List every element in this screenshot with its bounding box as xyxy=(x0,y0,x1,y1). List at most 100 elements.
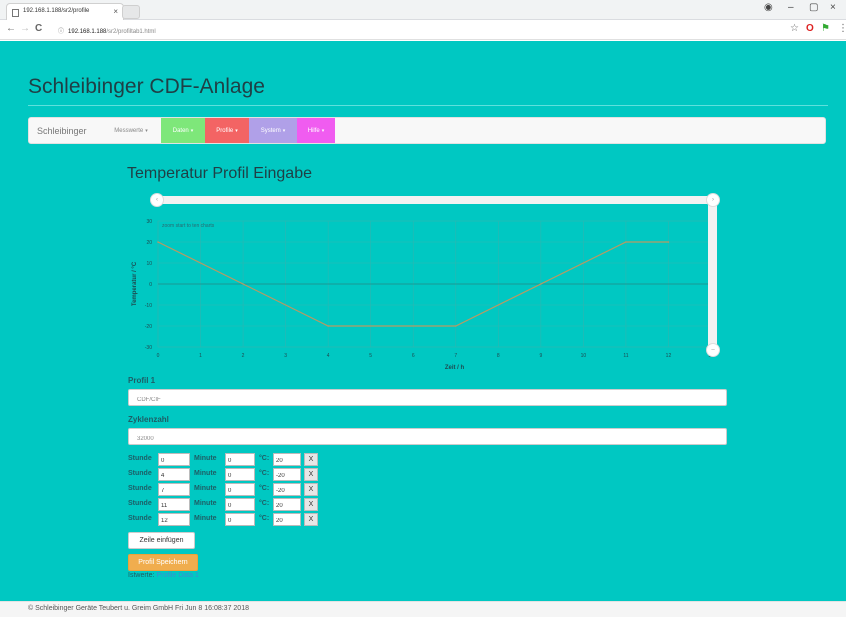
address-bar[interactable]: ⓘ 192.168.1.188/sr2/profiltab1.html xyxy=(58,23,784,37)
minimize-button[interactable]: – xyxy=(788,2,794,13)
stunde-label: Stunde xyxy=(128,515,152,522)
temperature-input[interactable] xyxy=(273,513,301,526)
reload-icon[interactable]: C xyxy=(35,23,42,34)
minute-input[interactable] xyxy=(225,513,255,526)
save-profile-button[interactable]: Profil Speichern xyxy=(128,554,198,571)
new-tab-button[interactable] xyxy=(122,5,140,19)
bookmark-star-icon[interactable]: ☆ xyxy=(790,23,799,34)
minute-input[interactable] xyxy=(225,498,255,511)
chart-svg: 0123456789101112133020100-10-20-30Zeit /… xyxy=(132,219,714,371)
y-tick-label: -30 xyxy=(145,345,152,351)
browser-tab[interactable]: 192.168.1.188/sr2/profile × xyxy=(6,3,124,20)
temperature-label: °C: xyxy=(259,515,270,522)
x-tick-label: 5 xyxy=(369,353,372,359)
actual-values-link[interactable]: Profile Data 1 xyxy=(156,572,198,579)
nav-item-hilfe[interactable]: Hilfe ▾ xyxy=(297,118,335,143)
tab-title: 192.168.1.188/sr2/profile xyxy=(23,8,90,14)
delete-row-button[interactable]: X xyxy=(304,468,318,481)
navbar-brand[interactable]: Schleibinger xyxy=(37,126,87,136)
extension-icon[interactable]: ⚑ xyxy=(821,23,830,34)
y-tick-label: -10 xyxy=(145,303,152,309)
actual-values: Istwerte: Profile Data 1 xyxy=(128,572,199,579)
profile-row: Stunde Minute °C: X xyxy=(128,483,328,497)
stunde-input[interactable] xyxy=(158,468,190,481)
nav-label: Profile xyxy=(216,128,234,134)
x-tick-label: 4 xyxy=(327,353,330,359)
profile-row: Stunde Minute °C: X xyxy=(128,468,328,482)
series-point xyxy=(667,241,670,243)
maximize-button[interactable]: ▢ xyxy=(809,2,818,13)
temperature-label: °C: xyxy=(259,485,270,492)
opera-extension-icon[interactable]: O xyxy=(806,23,814,34)
nav-item-daten[interactable]: Daten ▾ xyxy=(161,118,205,143)
nav-label: Hilfe xyxy=(307,128,320,134)
temperature-label: °C: xyxy=(259,470,270,477)
delete-row-button[interactable]: X xyxy=(304,513,318,526)
nav-item-profile[interactable]: Profile ▾ xyxy=(205,118,249,143)
profile-row: Stunde Minute °C: X xyxy=(128,513,328,527)
add-row-button[interactable]: Zeile einfügen xyxy=(128,532,195,549)
temperature-input[interactable] xyxy=(273,453,301,466)
tab-close-icon[interactable]: × xyxy=(113,7,118,16)
nav-item-messwerte[interactable]: Messwerte ▾ xyxy=(104,118,158,143)
series-point xyxy=(625,241,627,243)
zoom-handle-left[interactable]: ‹ xyxy=(150,193,164,207)
caret-down-icon: ▾ xyxy=(190,128,194,134)
chart-annotation: zoom start to ten charts xyxy=(162,223,215,229)
stunde-label: Stunde xyxy=(128,485,152,492)
profil-name-input[interactable] xyxy=(128,389,727,406)
stunde-input[interactable] xyxy=(158,498,190,511)
profile-row: Stunde Minute °C: X xyxy=(128,453,328,467)
page-content: Schleibinger CDF-Anlage Schleibinger Mes… xyxy=(0,41,846,617)
close-window-button[interactable]: × xyxy=(830,2,836,13)
x-tick-label: 2 xyxy=(242,353,245,359)
x-tick-label: 10 xyxy=(581,353,587,359)
nav-label: Messwerte xyxy=(114,128,144,134)
browser-toolbar: ← → C ⓘ 192.168.1.188/sr2/profiltab1.html… xyxy=(0,20,846,40)
minute-label: Minute xyxy=(194,500,217,507)
stunde-label: Stunde xyxy=(128,500,152,507)
caret-down-icon: ▾ xyxy=(235,128,238,134)
delete-row-button[interactable]: X xyxy=(304,453,318,466)
temperature-input[interactable] xyxy=(273,498,301,511)
back-icon[interactable]: ← xyxy=(6,23,16,34)
minute-input[interactable] xyxy=(225,468,255,481)
stunde-input[interactable] xyxy=(158,453,190,466)
minute-label: Minute xyxy=(194,455,217,462)
x-tick-label: 8 xyxy=(497,353,500,359)
x-tick-label: 3 xyxy=(284,353,287,359)
minute-label: Minute xyxy=(194,470,217,477)
minute-input[interactable] xyxy=(225,453,255,466)
zoom-handle-bottom[interactable]: – xyxy=(706,343,720,357)
y-tick-label: 10 xyxy=(146,261,152,267)
temperature-chart: 0123456789101112133020100-10-20-30Zeit /… xyxy=(128,193,728,378)
temperature-input[interactable] xyxy=(273,468,301,481)
browser-menu-icon[interactable]: ⋮ xyxy=(838,23,846,34)
delete-row-button[interactable]: X xyxy=(304,483,318,496)
zoom-slider-vertical[interactable] xyxy=(708,198,717,351)
info-icon[interactable]: ⓘ xyxy=(58,29,64,35)
page-icon xyxy=(12,9,19,17)
forward-icon[interactable]: → xyxy=(20,23,30,34)
y-tick-label: -20 xyxy=(145,324,152,330)
x-tick-label: 11 xyxy=(623,353,628,359)
delete-row-button[interactable]: X xyxy=(304,498,318,511)
temperature-input[interactable] xyxy=(273,483,301,496)
profile-row: Stunde Minute °C: X xyxy=(128,498,328,512)
navbar: Schleibinger Messwerte ▾ Daten ▾ Profile ▾ … xyxy=(28,117,826,144)
zyklenzahl-input[interactable] xyxy=(128,428,727,445)
profile-icon[interactable]: ◉ xyxy=(764,2,773,13)
zyklenzahl-label: Zyklenzahl xyxy=(128,415,169,424)
stunde-input[interactable] xyxy=(158,483,190,496)
url-host: 192.168.1.188 xyxy=(68,29,107,35)
minute-label: Minute xyxy=(194,515,217,522)
x-tick-label: 7 xyxy=(454,353,457,359)
stunde-input[interactable] xyxy=(158,513,190,526)
y-tick-label: 20 xyxy=(146,240,152,246)
zoom-handle-right[interactable]: › xyxy=(706,193,720,207)
nav-item-system[interactable]: System ▾ xyxy=(249,118,297,143)
minute-input[interactable] xyxy=(225,483,255,496)
zoom-slider-horizontal[interactable] xyxy=(154,196,714,204)
temperature-label: °C: xyxy=(259,500,270,507)
y-tick-label: 0 xyxy=(149,282,152,288)
